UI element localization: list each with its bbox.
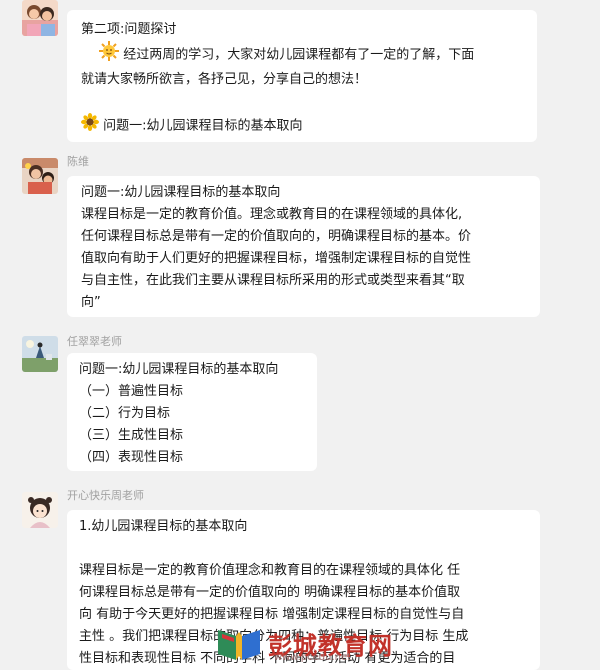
message-line: （二）行为目标 [79,406,171,421]
message-line-with-emoji: 问题一:幼儿园课程目标的基本取向 [81,113,525,139]
message-line-with-emoji: 经过两周的学习，大家对幼儿园课程都有了一定的了解，下面 [81,41,525,69]
message-line [81,91,525,113]
message-line: 向” [81,295,101,310]
message-bubble[interactable]: 问题一:幼儿园课程目标的基本取向 课程目标是一定的教育价值。理念或教育目的在课程… [67,176,540,317]
sunflower-emoji-icon [81,113,99,139]
message-line: 与自主性，在此我们主要从课程目标所采用的形式或类型来看其“取 [81,273,465,288]
message-bubble[interactable]: 1.幼儿园课程目标的基本取向 课程目标是一定的教育价值理念和教育目的在课程领域的… [67,510,540,670]
message-bubble[interactable]: 第二项:问题探讨 经过两周的学习，大家对幼儿园课程都有了一定的了解，下面 就请大… [67,10,537,142]
message-line: 任何课程目标总是带有一定的价值取向的，明确课程目标的基本。价 [81,229,472,244]
message-line: 就请大家畅所欲言，各抒己见，分享自己的想法！ [81,72,368,87]
message-line: 问题一:幼儿园课程目标的基本取向 [79,362,279,377]
message-bubble[interactable]: 问题一:幼儿园课程目标的基本取向 （一）普遍性目标 （二）行为目标 （三）生成性… [67,353,317,471]
message-line: 1.幼儿园课程目标的基本取向 [79,519,248,534]
sender-name: 开心快乐周老师 [67,489,144,502]
message-line: （三）生成性目标 [79,428,184,443]
message-line: 问题一:幼儿园课程目标的基本取向 [81,185,281,200]
message-line: 第二项:问题探讨 [81,22,177,37]
message-line: 课程目标是一定的教育价值理念和教育目的在课程领域的具体化 任 [79,563,461,578]
message-line: （四）表现性目标 [79,450,184,465]
sender-avatar[interactable] [22,158,58,194]
sender-avatar[interactable] [22,492,58,528]
sender-avatar[interactable] [22,0,58,36]
message-line: 值取向有助于人们更好的把握课程目标，增强制定课程目标的自觉性 [81,251,472,266]
message-text: 经过两周的学习，大家对幼儿园课程都有了一定的了解，下面 [123,47,475,63]
message-line: （一）普遍性目标 [79,384,184,399]
message-line: 向 有助于今天更好的把握课程目标 增强制定课程目标的自觉性与自 [79,607,465,622]
message-line: 主性 。我们把课程目标的取向分为四种：普遍性目标 行为目标 生成 [79,629,469,644]
message-line [79,538,530,560]
message-text: 问题一:幼儿园课程目标的基本取向 [103,118,303,134]
sender-avatar[interactable] [22,336,58,372]
message-line: 课程目标是一定的教育价值。理念或教育目的在课程领域的具体化, [81,207,463,222]
sender-name: 陈维 [67,155,89,168]
sender-name: 任翠翠老师 [67,335,122,348]
sun-emoji-icon [99,41,120,69]
message-line: 何课程目标总是带有一定的价值取向的 明确课程目标的基本价值取 [79,585,461,600]
message-line: 性目标和表现性目标 不同的学科 不同的学习活动 有更为适合的目 [79,651,456,666]
